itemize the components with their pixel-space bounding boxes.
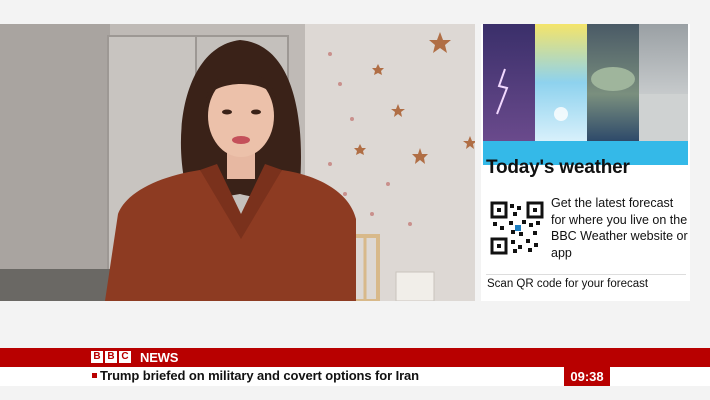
panel-description: Get the latest forecast for where you li…: [551, 196, 688, 260]
weather-promo-panel: Today's weather Get the latest forecast …: [481, 24, 690, 301]
panel-title: Today's weather: [486, 157, 630, 178]
ticker-bullet-icon: [92, 373, 97, 378]
broadcast-clock: 09:38: [564, 367, 610, 386]
weather-collage-image: [483, 24, 688, 141]
weather-collage-graphic: [483, 24, 688, 141]
broadcast-frame: { "weather_panel": { "title": "Today's w…: [0, 0, 710, 400]
logo-letter: B: [91, 351, 103, 363]
panel-divider: [486, 274, 686, 275]
bbc-logo: B B C: [91, 351, 131, 363]
presenter-video: [0, 24, 475, 301]
logo-letter: C: [119, 351, 131, 363]
qr-code-icon: [489, 200, 545, 256]
ticker-headline: Trump briefed on military and covert opt…: [100, 368, 420, 383]
logo-letter: B: [105, 351, 117, 363]
scan-instruction: Scan QR code for your forecast: [487, 278, 649, 290]
presenter-video-frame: [0, 24, 475, 301]
news-wordmark: NEWS: [140, 350, 179, 365]
